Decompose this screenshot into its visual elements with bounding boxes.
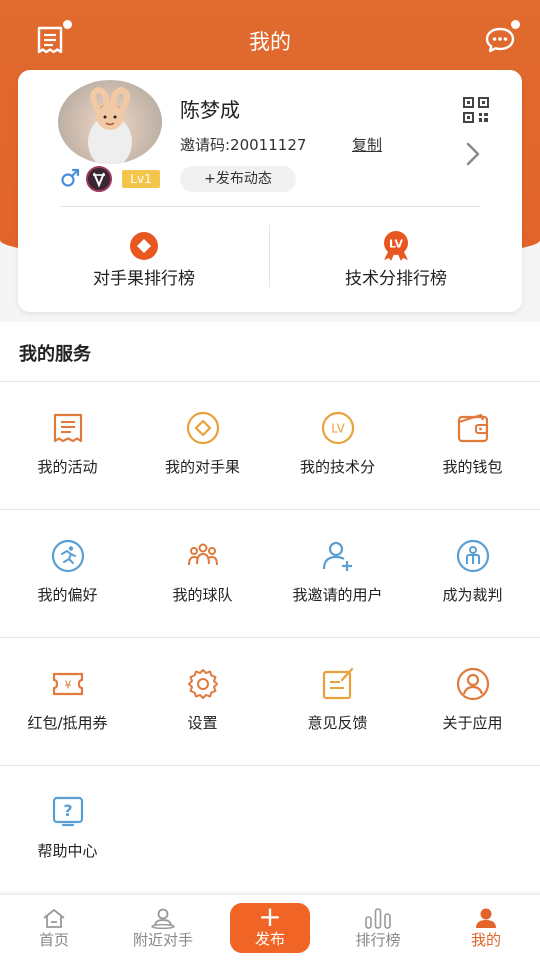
nav-label: 排行榜 [355,931,401,949]
service-become-referee[interactable]: 成为裁判 [405,510,540,637]
service-my-activities[interactable]: 我的活动 [0,382,135,509]
voucher-icon: ¥ [52,672,83,696]
service-feedback[interactable]: 意见反馈 [270,638,405,765]
service-label: 我的活动 [37,458,98,476]
plus-icon: + [258,900,282,933]
skill-score-ranking-button[interactable]: LV 技术分排行榜 [270,222,522,302]
copy-button[interactable]: 复制 [352,134,382,155]
service-label: 意见反馈 [307,714,368,732]
nav-label: 发布 [254,930,285,948]
ranking-label: 对手果排行榜 [93,269,195,289]
service-vouchers[interactable]: ¥ 红包/抵用券 [0,638,135,765]
wallet-icon [457,413,488,443]
receipt-icon [53,413,82,443]
service-label: 我的球队 [172,586,233,604]
chat-bubble-icon[interactable] [484,24,516,56]
service-invited-users[interactable]: 我邀请的用户 [270,510,405,637]
service-label: 帮助中心 [37,842,98,860]
publish-post-button[interactable]: +发布动态 [180,166,296,192]
referee-icon [456,539,489,573]
svg-text:¥: ¥ [64,679,71,692]
profile-icon [476,908,496,928]
svg-text:LV: LV [389,238,403,251]
user-circle-icon [456,667,489,701]
gear-icon [187,669,218,699]
service-my-team[interactable]: 我的球队 [135,510,270,637]
service-my-preferences[interactable]: 我的偏好 [0,510,135,637]
help-icon: ? [52,796,83,827]
feedback-icon [322,667,353,700]
nav-label: 首页 [38,931,69,949]
ranking-label: 技术分排行榜 [345,269,447,289]
level-badge: Lv1 [122,170,160,188]
notification-dot [511,20,520,29]
service-label: 我的钱包 [442,458,503,476]
service-settings[interactable]: 设置 [135,638,270,765]
services-section: 我的服务 我的活动 我的对手果 LV 我的技术分 我的钱包 我的偏好 我的球队 … [0,322,540,892]
svg-text:?: ? [63,801,72,820]
service-label: 成为裁判 [442,586,503,604]
chevron-right-icon[interactable] [462,140,484,168]
service-label: 设置 [187,714,218,732]
svg-text:LV: LV [331,422,345,436]
page-title: 我的 [249,30,291,54]
service-label: 红包/抵用券 [27,714,108,732]
service-my-skill-score[interactable]: LV 我的技术分 [270,382,405,509]
divider [60,206,480,207]
nav-label: 附近对手 [132,931,193,949]
lv-medal-icon: LV [384,231,408,261]
service-my-opponent-fruit[interactable]: 我的对手果 [135,382,270,509]
service-label: 我邀请的用户 [292,586,383,604]
top-bar: 我的 [0,0,540,78]
profile-card: 陈梦成 邀请码:20011127 复制 Lv1 +发布动态 对手果排行榜 LV … [18,70,522,312]
nav-rankings[interactable]: 排行榜 [338,895,418,960]
nav-nearby-opponents[interactable]: 附近对手 [118,895,208,960]
diamond-coin-icon [130,232,158,260]
service-label: 关于应用 [442,714,503,732]
service-my-wallet[interactable]: 我的钱包 [405,382,540,509]
service-label: 我的对手果 [164,458,240,476]
user-name: 陈梦成 [180,98,240,122]
avatar[interactable] [58,80,162,164]
home-icon [43,909,65,928]
invite-code: 邀请码:20011127 [180,136,307,154]
team-icon [187,543,218,566]
service-about-app[interactable]: 关于应用 [405,638,540,765]
bars-icon [365,908,391,929]
running-icon [51,539,84,573]
bottom-navigation: 首页 附近对手 + 发布 排行榜 我的 [0,894,540,960]
lv-icon: LV [321,411,354,445]
nav-home[interactable]: 首页 [14,895,94,960]
section-title: 我的服务 [19,344,91,365]
male-icon [61,168,80,187]
achievement-badge-icon [86,166,112,192]
opponent-fruit-ranking-button[interactable]: 对手果排行榜 [18,222,270,302]
service-label: 我的偏好 [37,586,98,604]
nav-label: 我的 [470,931,501,949]
nearby-icon [151,908,175,929]
add-user-icon [322,541,352,571]
service-label: 我的技术分 [299,458,375,476]
nav-mine[interactable]: 我的 [446,895,526,960]
diamond-coin-icon [186,411,219,445]
qr-code-icon[interactable] [462,96,490,124]
service-help-center[interactable]: ? 帮助中心 [0,766,135,893]
publish-button[interactable]: + 发布 [230,903,310,953]
